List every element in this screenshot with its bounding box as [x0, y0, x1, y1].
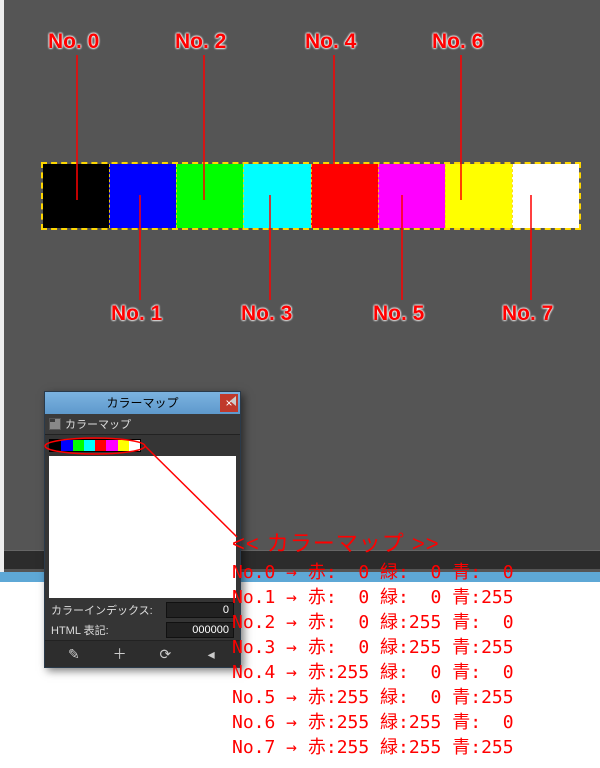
label-no7: No. 7: [502, 302, 553, 326]
label-no2: No. 2: [175, 30, 226, 54]
swatch-1[interactable]: [109, 164, 176, 228]
mini-swatch-1[interactable]: [61, 440, 72, 451]
swatch-3[interactable]: [243, 164, 310, 228]
swatch-2[interactable]: [176, 164, 243, 228]
swatch-5[interactable]: [378, 164, 445, 228]
mini-swatch-6[interactable]: [118, 440, 129, 451]
palette-empty-area[interactable]: [49, 456, 236, 598]
dialog-sub-header: カラーマップ: [45, 414, 240, 435]
swatch-7[interactable]: [512, 164, 579, 228]
label-no6: No. 6: [432, 30, 483, 54]
label-no0: No. 0: [48, 30, 99, 54]
mini-swatch-4[interactable]: [95, 440, 106, 451]
refresh-icon[interactable]: ⟳: [156, 645, 174, 663]
menu-triangle-icon[interactable]: [230, 396, 236, 406]
sub-header-label: カラーマップ: [65, 416, 131, 432]
colormap-dialog[interactable]: カラーマップ × カラーマップ カラーインデックス: 0 HTML 表記: 00…: [44, 391, 241, 668]
html-notation-value[interactable]: 000000: [166, 622, 234, 638]
mini-swatch-5[interactable]: [106, 440, 117, 451]
edit-icon[interactable]: ✎: [65, 645, 83, 663]
dialog-title-text: カラーマップ: [106, 396, 178, 410]
annotation-title: << カラーマップ >>: [232, 526, 440, 558]
mini-swatch-3[interactable]: [84, 440, 95, 451]
dialog-titlebar[interactable]: カラーマップ ×: [45, 392, 240, 414]
html-notation-label: HTML 表記:: [51, 622, 160, 638]
color-index-label: カラーインデックス:: [51, 602, 160, 618]
label-no5: No. 5: [373, 302, 424, 326]
swatch-0[interactable]: [43, 164, 109, 228]
mini-swatch-0[interactable]: [50, 440, 61, 451]
swatch-4[interactable]: [311, 164, 378, 228]
menu-triangle-icon-2[interactable]: ◂: [202, 645, 220, 663]
mini-swatch-strip[interactable]: [49, 439, 141, 452]
label-no1: No. 1: [111, 302, 162, 326]
dialog-toolbar: ✎ ＋ ⟳ ◂: [45, 640, 240, 667]
color-index-value[interactable]: 0: [166, 602, 234, 618]
add-icon[interactable]: ＋: [111, 645, 129, 663]
rgb-table: No.0 → 赤: 0 緑: 0 青: 0 No.1 → 赤: 0 緑: 0 青…: [232, 560, 514, 760]
label-no4: No. 4: [305, 30, 356, 54]
label-no3: No. 3: [241, 302, 292, 326]
swatch-6[interactable]: [445, 164, 512, 228]
ruler-vertical: [0, 0, 4, 572]
mini-swatch-7[interactable]: [129, 440, 140, 451]
grid-icon: [49, 418, 61, 430]
palette-strip[interactable]: [43, 164, 579, 228]
mini-swatch-2[interactable]: [73, 440, 84, 451]
